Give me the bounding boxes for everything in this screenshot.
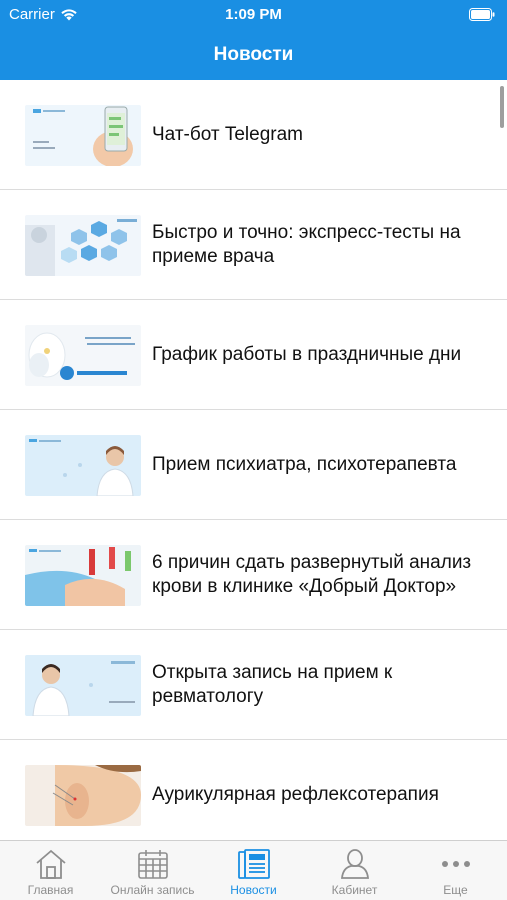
telegram-phone-image	[25, 105, 141, 166]
holiday-schedule-image	[25, 325, 141, 386]
news-item-title: Чат-бот Telegram	[152, 123, 303, 145]
calendar-icon	[135, 847, 171, 881]
news-item-title: Быстро и точно: экспресс-тесты на приеме…	[152, 221, 461, 267]
person-icon	[337, 847, 373, 881]
news-item-title: График работы в праздничные дни	[152, 343, 462, 365]
news-item-title: Прием психиатра, психотерапевта	[152, 453, 457, 475]
news-item-title: Аурикулярная рефлексотерапия	[152, 783, 439, 805]
tab-home[interactable]: Главная	[0, 841, 101, 900]
news-item-title: 6 причин сдать развернутый анализ крови …	[152, 551, 472, 597]
status-time: 1:09 PM	[225, 6, 282, 23]
news-item[interactable]: Чат-бот Telegram	[0, 80, 507, 190]
news-item[interactable]: Быстро и точно: экспресс-тесты на приеме…	[0, 190, 507, 300]
tab-more[interactable]: Еще	[405, 841, 506, 900]
news-item[interactable]: Аурикулярная рефлексотерапия	[0, 740, 507, 840]
tab-bar: Главная Онлайн запись Новости Кабинет Ещ…	[0, 840, 507, 900]
tab-label: Кабинет	[331, 883, 378, 897]
page-title: Новости	[213, 44, 294, 65]
navigation-bar: Новости	[0, 30, 507, 80]
doctor-portrait-image	[25, 435, 141, 496]
news-item-title: Открыта запись на прием к ревматологу	[152, 661, 393, 707]
tab-label: Главная	[27, 883, 74, 897]
newspaper-icon	[236, 847, 272, 881]
tab-label: Новости	[230, 883, 277, 897]
tab-news[interactable]: Новости	[203, 841, 304, 900]
news-item[interactable]: Открыта запись на прием к ревматологу	[0, 630, 507, 740]
tab-online-booking[interactable]: Онлайн запись	[102, 841, 203, 900]
medical-icons-image	[25, 215, 141, 276]
battery-icon	[469, 8, 495, 25]
tab-cabinet[interactable]: Кабинет	[304, 841, 405, 900]
news-item[interactable]: График работы в праздничные дни	[0, 300, 507, 410]
news-item[interactable]: Прием психиатра, психотерапевта	[0, 410, 507, 520]
scroll-indicator[interactable]	[500, 86, 504, 128]
status-bar: Carrier 1:09 PM	[0, 0, 507, 30]
tab-label: Онлайн запись	[110, 883, 195, 897]
home-icon	[33, 847, 69, 881]
more-icon	[438, 847, 474, 881]
blood-test-image	[25, 545, 141, 606]
ear-acupuncture-image	[25, 765, 141, 826]
news-list[interactable]: Чат-бот Telegram Быстро и точно: экспрес…	[0, 80, 507, 840]
tab-label: Еще	[443, 883, 468, 897]
doctor-portrait-image	[25, 655, 141, 716]
news-item[interactable]: 6 причин сдать развернутый анализ крови …	[0, 520, 507, 630]
